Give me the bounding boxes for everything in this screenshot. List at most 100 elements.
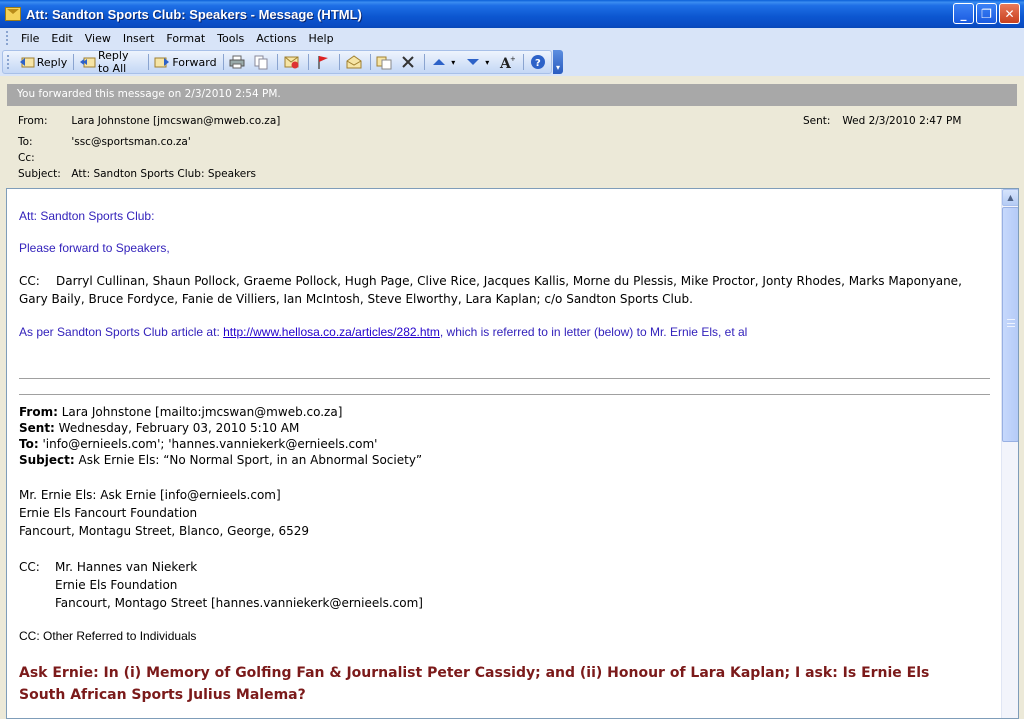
scroll-grip-icon	[1007, 319, 1015, 327]
from-label: From:	[18, 115, 48, 127]
forward-icon	[154, 54, 170, 70]
body-cc-prefix: CC:	[19, 274, 40, 288]
to-value[interactable]: 'ssc@sportsman.co.za'	[71, 136, 190, 148]
fwd-subject-value: Ask Ernie Els: “No Normal Sport, in an A…	[74, 453, 423, 467]
subject-label: Subject:	[18, 168, 61, 180]
toolbar-separator	[277, 54, 279, 70]
fwd-subject-label: Subject:	[19, 453, 75, 467]
from-row: From: Lara Johnstone [jmcswan@mweb.co.za…	[18, 115, 280, 127]
reply-icon	[19, 54, 35, 70]
toolbar-separator	[308, 54, 309, 70]
standard-toolbar: Reply Reply to All Forward ▾ ▾ A + ? ▾	[2, 49, 563, 75]
article-prefix: As per Sandton Sports Club article at:	[19, 325, 224, 339]
article-link[interactable]: http://www.hellosa.co.za/articles/282.ht…	[223, 325, 440, 339]
menu-file[interactable]: File	[15, 32, 45, 45]
help-button[interactable]: ?	[527, 52, 551, 72]
menu-view[interactable]: View	[79, 32, 117, 45]
move-envelope-icon	[284, 54, 300, 70]
sent-value: Wed 2/3/2010 2:47 PM	[842, 115, 962, 127]
reply-all-label: Reply to All	[98, 49, 129, 75]
sent-label: Sent:	[803, 115, 831, 127]
vertical-scrollbar[interactable]: ▲	[1001, 189, 1018, 718]
toolbar-separator	[338, 54, 340, 70]
open-envelope-icon	[346, 54, 362, 70]
cc-row: Cc:	[18, 152, 68, 164]
cc2-label: CC:	[19, 560, 40, 574]
scroll-thumb[interactable]	[1002, 207, 1018, 442]
delete-button[interactable]	[397, 52, 421, 72]
body-cc-names: Darryl Cullinan, Shaun Pollock, Graeme P…	[19, 274, 962, 306]
close-button[interactable]: ✕	[999, 3, 1020, 24]
menu-edit[interactable]: Edit	[45, 32, 78, 45]
next-item-button[interactable]: ▾	[462, 52, 496, 72]
message-content: Att: Sandton Sports Club: Please forward…	[7, 189, 1002, 718]
to-label: To:	[18, 136, 33, 148]
fwd-from-row: From: Lara Johnstone [mailto:jmcswan@mwe…	[19, 404, 422, 420]
copy-icon	[253, 54, 269, 70]
divider-line	[19, 394, 990, 395]
printer-icon	[229, 54, 245, 70]
fwd-to-row: To: 'info@ernieels.com'; 'hannes.vanniek…	[19, 436, 422, 452]
cc-address-row: CC: Mr. Hannes van Niekerk	[19, 558, 423, 576]
fwd-to-value: 'info@ernieels.com'; 'hannes.vanniekerk@…	[38, 437, 378, 451]
menu-actions[interactable]: Actions	[250, 32, 302, 45]
svg-text:?: ?	[535, 58, 541, 69]
scroll-up-button[interactable]: ▲	[1002, 189, 1018, 206]
divider-line	[19, 378, 990, 379]
toolbar-options-chevron[interactable]: ▾	[553, 50, 563, 74]
restore-button[interactable]: ❐	[976, 3, 997, 24]
message-headers: From: Lara Johnstone [jmcswan@mweb.co.za…	[0, 108, 1024, 188]
toolbar-separator	[222, 54, 224, 70]
previous-item-button[interactable]: ▾	[428, 52, 462, 72]
toolbar-grip[interactable]	[7, 55, 10, 69]
reply-all-button[interactable]: Reply to All	[77, 49, 145, 75]
body-cc-list: CC: Darryl Cullinan, Shaun Pollock, Graem…	[19, 272, 989, 308]
menu-help[interactable]: Help	[302, 32, 339, 45]
print-button[interactable]	[226, 52, 250, 72]
move-icon	[376, 54, 392, 70]
menu-format[interactable]: Format	[160, 32, 211, 45]
move-to-folder-button[interactable]	[281, 52, 305, 72]
svg-text:+: +	[510, 55, 515, 63]
cc2-line: Ernie Els Foundation	[55, 578, 178, 592]
message-body[interactable]: Att: Sandton Sports Club: Please forward…	[6, 188, 1019, 719]
fwd-sent-row: Sent: Wednesday, February 03, 2010 5:10 …	[19, 420, 422, 436]
menu-insert[interactable]: Insert	[117, 32, 161, 45]
move-button[interactable]	[373, 52, 397, 72]
reply-label: Reply	[36, 55, 68, 69]
fwd-from-value: Lara Johnstone [mailto:jmcswan@mweb.co.z…	[57, 405, 343, 419]
dropdown-arrow-icon[interactable]: ▾	[483, 54, 491, 70]
cc-label: Cc:	[18, 152, 35, 164]
fwd-subject-row: Subject: Ask Ernie Els: “No Normal Sport…	[19, 452, 422, 468]
to-row: To: 'ssc@sportsman.co.za'	[18, 136, 191, 148]
from-value[interactable]: Lara Johnstone [jmcswan@mweb.co.za]	[71, 115, 280, 127]
cc2-line: Mr. Hannes van Niekerk	[55, 560, 198, 574]
fwd-from-label: From:	[19, 405, 58, 419]
font-size-button[interactable]: A +	[496, 52, 520, 72]
cc2-line: Fancourt, Montago Street [hannes.vanniek…	[55, 596, 423, 610]
up-arrow-icon	[431, 54, 447, 70]
toolbar-separator	[73, 54, 74, 70]
toolbar-separator	[147, 54, 149, 70]
menu-grip[interactable]	[6, 31, 9, 45]
address-book-button[interactable]	[343, 52, 367, 72]
menu-tools[interactable]: Tools	[211, 32, 250, 45]
copy-button[interactable]	[250, 52, 274, 72]
window-title: Att: Sandton Sports Club: Speakers - Mes…	[26, 6, 362, 22]
follow-up-button[interactable]	[312, 52, 336, 72]
toolbar: Reply Reply to All Forward ▾ ▾ A + ? ▾	[0, 48, 1024, 76]
reply-all-icon	[80, 54, 96, 70]
dropdown-arrow-icon[interactable]: ▾	[449, 54, 457, 70]
article-suffix: , which is referred to in letter (below)…	[439, 325, 748, 339]
fwd-sent-value: Wednesday, February 03, 2010 5:10 AM	[54, 421, 300, 435]
subject-value: Att: Sandton Sports Club: Speakers	[71, 168, 257, 180]
minimize-button[interactable]: _	[953, 3, 974, 24]
envelope-icon	[5, 7, 21, 21]
toolbar-separator	[424, 54, 426, 70]
toolbar-separator	[523, 54, 524, 70]
reply-button[interactable]: Reply	[16, 52, 70, 72]
fwd-sent-label: Sent:	[19, 421, 55, 435]
address-line: Fancourt, Montagu Street, Blanco, George…	[19, 524, 310, 538]
forward-button[interactable]: Forward	[151, 52, 219, 72]
flag-icon	[315, 54, 331, 70]
